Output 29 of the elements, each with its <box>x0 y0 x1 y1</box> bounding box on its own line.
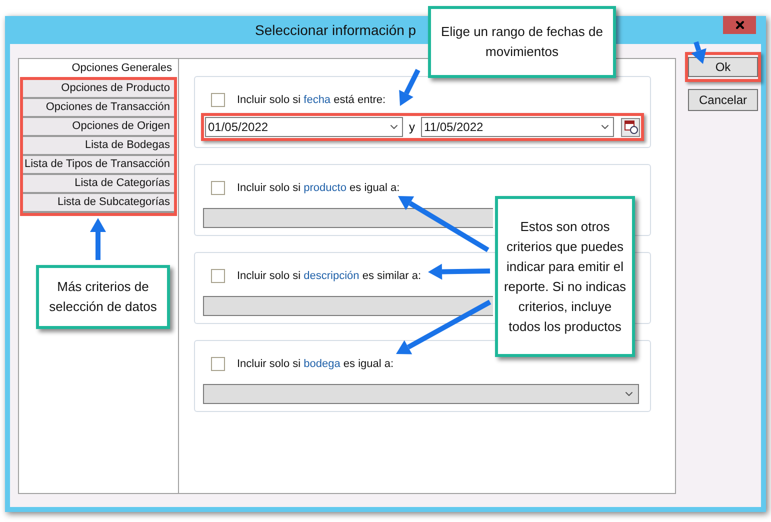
arrow <box>691 41 706 64</box>
filter-label: Incluir solo si bodega es igual a: <box>237 356 394 372</box>
arrow <box>90 218 106 260</box>
filter-label: Incluir solo si producto es igual a: <box>237 180 400 196</box>
arrow <box>428 264 490 280</box>
close-icon <box>734 19 746 31</box>
checkbox[interactable] <box>211 93 225 107</box>
tab[interactable]: Lista de Subcategorías <box>23 194 174 213</box>
dialog-button[interactable]: Ok <box>688 57 758 77</box>
calendar-button[interactable] <box>621 118 640 136</box>
tab[interactable]: Lista de Categorías <box>23 175 174 194</box>
separator-text: y <box>409 119 416 136</box>
tab[interactable]: Lista de Bodegas <box>23 137 174 156</box>
close-button[interactable] <box>723 16 756 34</box>
tab[interactable]: Opciones de Origen <box>23 118 174 137</box>
filter-label: Incluir solo si fecha está entre: <box>237 92 386 108</box>
filter-label: Incluir solo si descripción es similar a: <box>237 268 422 284</box>
arrow <box>399 68 420 106</box>
callout: Más criterios de selección de datos <box>36 265 170 329</box>
dialog-button[interactable]: Cancelar <box>688 89 758 111</box>
date-dropdown[interactable]: 11/05/2022 <box>421 117 614 137</box>
tab[interactable]: Opciones de Producto <box>23 80 174 99</box>
date-dropdown[interactable]: 01/05/2022 <box>205 117 404 137</box>
window-title: Seleccionar información p <box>255 20 416 40</box>
callout: Elige un rango de fechas de movimientos <box>428 6 616 78</box>
calendar-clock-icon <box>624 120 638 134</box>
tab[interactable]: Lista de Tipos de Transacción <box>23 156 174 175</box>
callout: Estos son otros criterios que puedes indicar para emitir el reporte. Si no indicas criterios, incluye todos los productos <box>495 196 635 357</box>
tab[interactable]: Opciones de Transacción <box>23 99 174 118</box>
